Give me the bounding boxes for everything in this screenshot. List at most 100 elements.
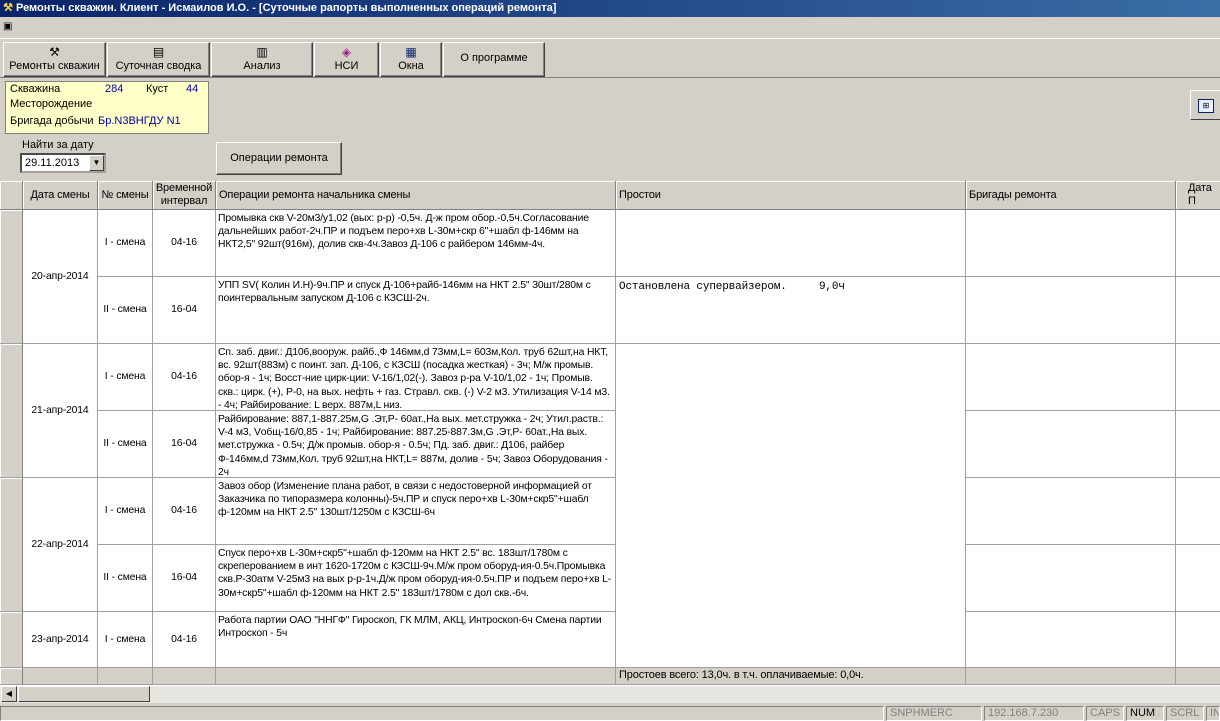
shift-cell[interactable]: II - смена [98,277,153,344]
downtime-cell[interactable]: Остановлена супервайзером. 9,0ч [616,277,966,344]
brigades-cell[interactable] [966,210,1176,277]
downtime-total: Простоев всего: 13,0ч. в т.ч. оплачиваем… [616,668,966,685]
toolbar: ⚒ Ремонты скважин ▤ Суточная сводка ▥ Ан… [0,38,1220,78]
date-2-cell[interactable] [1176,411,1220,478]
well-label: Скважина [10,83,61,95]
operations-cell[interactable]: Промывка скв V-20м3/у1,02 (вых: р-р) -0,… [216,210,616,277]
hammer-icon: ⚒ [49,45,60,59]
repair-operations-button[interactable]: Операции ремонта [216,142,342,175]
well-value: 284 [105,83,124,95]
date-2-cell[interactable] [1176,210,1220,277]
app-icon: ⚒ [3,2,13,14]
horizontal-scrollbar[interactable]: ◀ [0,685,1220,703]
total-cell [966,668,1176,685]
nsi-button[interactable]: ◈ НСИ [314,42,379,77]
date-cell[interactable]: 22-апр-2014 [23,478,98,612]
header-brigades[interactable]: Бригады ремонта [966,181,1176,210]
document-icon[interactable]: ▣ [3,20,17,33]
shift-cell[interactable]: II - смена [98,411,153,478]
downtime-cell[interactable] [616,210,966,277]
status-ip: 192.168.7.230 [984,706,1084,721]
date-2-cell[interactable] [1176,478,1220,545]
shift-cell[interactable]: I - смена [98,612,153,668]
cluster-label: Куст [146,83,169,95]
header-date[interactable]: Дата смены [23,181,98,210]
well-repairs-button[interactable]: ⚒ Ремонты скважин [3,42,106,77]
header-operations[interactable]: Операции ремонта начальника смены [216,181,616,210]
shift-cell[interactable]: I - смена [98,478,153,545]
date-2-cell[interactable] [1176,344,1220,411]
total-cell [153,668,216,685]
date-2-cell[interactable] [1176,612,1220,668]
books-icon: ◈ [341,45,352,59]
chevron-down-icon[interactable]: ▼ [89,155,104,171]
date-picker[interactable]: 29.11.2013 ▼ [20,153,106,173]
date-2-cell[interactable] [1176,545,1220,612]
total-cell [1176,668,1220,685]
date-cell[interactable]: 21-апр-2014 [23,344,98,478]
total-cell [23,668,98,685]
header-downtime[interactable]: Простои [616,181,966,210]
totals-row: Простоев всего: 13,0ч. в т.ч. оплачиваем… [0,668,1220,685]
status-num: NUM [1126,706,1164,721]
analysis-button[interactable]: ▥ Анализ [211,42,313,77]
status-bar: SNPHMERC 192.168.7.230 CAPS NUM SCRL INS [0,704,1220,721]
shift-cell[interactable]: II - смена [98,545,153,612]
daily-summary-button[interactable]: ▤ Суточная сводка [107,42,210,77]
operations-cell[interactable]: Райбирование: 887,1-887.25м,G .Эт,Р- 60а… [216,411,616,478]
brigades-cell[interactable] [966,545,1176,612]
status-server: SNPHMERC [886,706,982,721]
status-scrl: SCRL [1166,706,1204,721]
export-excel-button[interactable]: ⊞ [1190,90,1220,120]
date-cell[interactable]: 20-апр-2014 [23,210,98,344]
windows-button[interactable]: ▦ Окна [380,42,442,77]
row-indicator[interactable] [0,210,23,344]
operations-cell[interactable]: Работа партии ОАО "ННГФ" Гироскоп, ГК МЛ… [216,612,616,668]
about-button[interactable]: О программе [443,42,545,77]
brigade-value: Бр.N3ВНГДУ N1 [98,115,181,127]
downtime-cell[interactable] [616,344,966,668]
header-date-2[interactable]: Дата П [1176,181,1220,210]
scroll-left-icon[interactable]: ◀ [1,686,17,702]
find-date-label: Найти за дату [22,139,94,151]
scroll-thumb[interactable] [18,686,150,702]
brigades-cell[interactable] [966,612,1176,668]
operations-cell[interactable]: УПП SV( Колин И.Н)-9ч.ПР и спуск Д-106+р… [216,277,616,344]
status-message [0,706,884,721]
excel-icon: ⊞ [1198,99,1214,113]
status-caps: CAPS [1086,706,1124,721]
date-value: 29.11.2013 [25,157,80,169]
operations-cell[interactable]: Спуск перо+хв L-30м+скр5"+шабл ф-120мм н… [216,545,616,612]
operations-cell[interactable]: Сп. заб. двиг.: Д106,вооруж. райб.,Ф 146… [216,344,616,411]
brigades-cell[interactable] [966,478,1176,545]
brigades-cell[interactable] [966,277,1176,344]
shift-cell[interactable]: I - смена [98,210,153,277]
interval-cell[interactable]: 04-16 [153,210,216,277]
daily-reports-table: Дата смены № смены Временной интервал Оп… [0,181,1220,685]
operations-cell[interactable]: Завоз обор (Изменение плана работ, в свя… [216,478,616,545]
date-2-cell[interactable] [1176,277,1220,344]
interval-cell[interactable]: 16-04 [153,545,216,612]
interval-cell[interactable]: 16-04 [153,277,216,344]
header-shift[interactable]: № смены [98,181,153,210]
brigades-cell[interactable] [966,411,1176,478]
interval-cell[interactable]: 04-16 [153,478,216,545]
row-indicator[interactable] [0,344,23,478]
total-cell [216,668,616,685]
well-info-panel: Скважина 284 Куст 44 Месторождение Брига… [5,81,209,134]
total-cell [98,668,153,685]
title-bar: ⚒ Ремонты скважин. Клиент - Исмаилов И.О.… [0,0,1220,17]
interval-cell[interactable]: 16-04 [153,411,216,478]
header-interval[interactable]: Временной интервал [153,181,216,210]
interval-cell[interactable]: 04-16 [153,612,216,668]
row-indicator [0,668,23,685]
field-label: Месторождение [10,98,93,110]
cluster-value: 44 [186,83,199,95]
row-indicator[interactable] [0,478,23,612]
date-cell[interactable]: 23-апр-2014 [23,612,98,668]
row-indicator[interactable] [0,612,23,668]
brigades-cell[interactable] [966,344,1176,411]
interval-cell[interactable]: 04-16 [153,344,216,411]
report-icon: ▤ [152,45,165,59]
shift-cell[interactable]: I - смена [98,344,153,411]
